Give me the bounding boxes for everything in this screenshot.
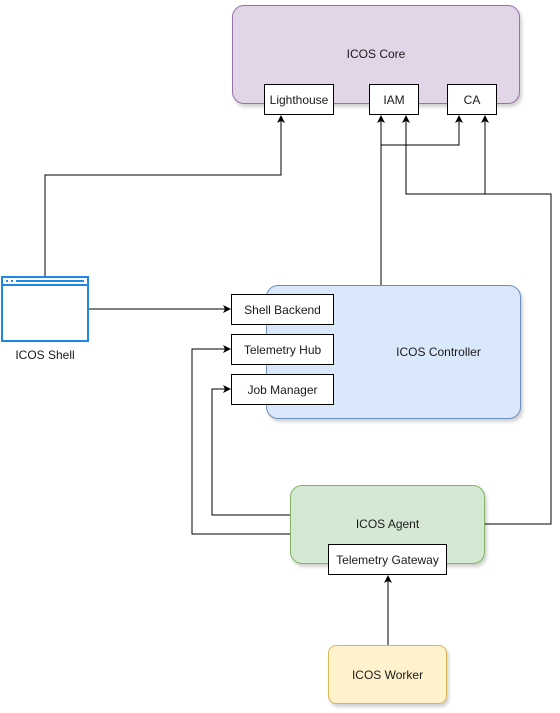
edge-shell-lighthouse [44, 115, 285, 276]
window-dot [11, 280, 13, 282]
browser-window-icon[interactable] [1, 276, 89, 342]
window-address-bar [16, 280, 84, 282]
window-dot [6, 280, 8, 282]
icos-controller-label: ICOS Controller [396, 345, 481, 359]
window-titlebar [3, 278, 87, 286]
ca-component[interactable]: CA [447, 84, 497, 115]
edge-controller-ca [381, 115, 463, 146]
icos-agent-label: ICOS Agent [355, 517, 420, 531]
telemetry-gateway-component[interactable]: Telemetry Gateway [328, 544, 447, 575]
iam-component[interactable]: IAM [369, 84, 419, 115]
icos-worker-label: ICOS Worker [351, 668, 424, 682]
icos-worker-group[interactable]: ICOS Worker [328, 645, 447, 704]
job-manager-component[interactable]: Job Manager [231, 374, 334, 405]
lighthouse-component[interactable]: Lighthouse [264, 84, 334, 115]
icos-shell-label: ICOS Shell [15, 348, 75, 362]
telemetry-hub-component[interactable]: Telemetry Hub [231, 334, 334, 365]
icos-core-label: ICOS Core [346, 47, 406, 61]
shell-backend-component[interactable]: Shell Backend [231, 294, 334, 325]
